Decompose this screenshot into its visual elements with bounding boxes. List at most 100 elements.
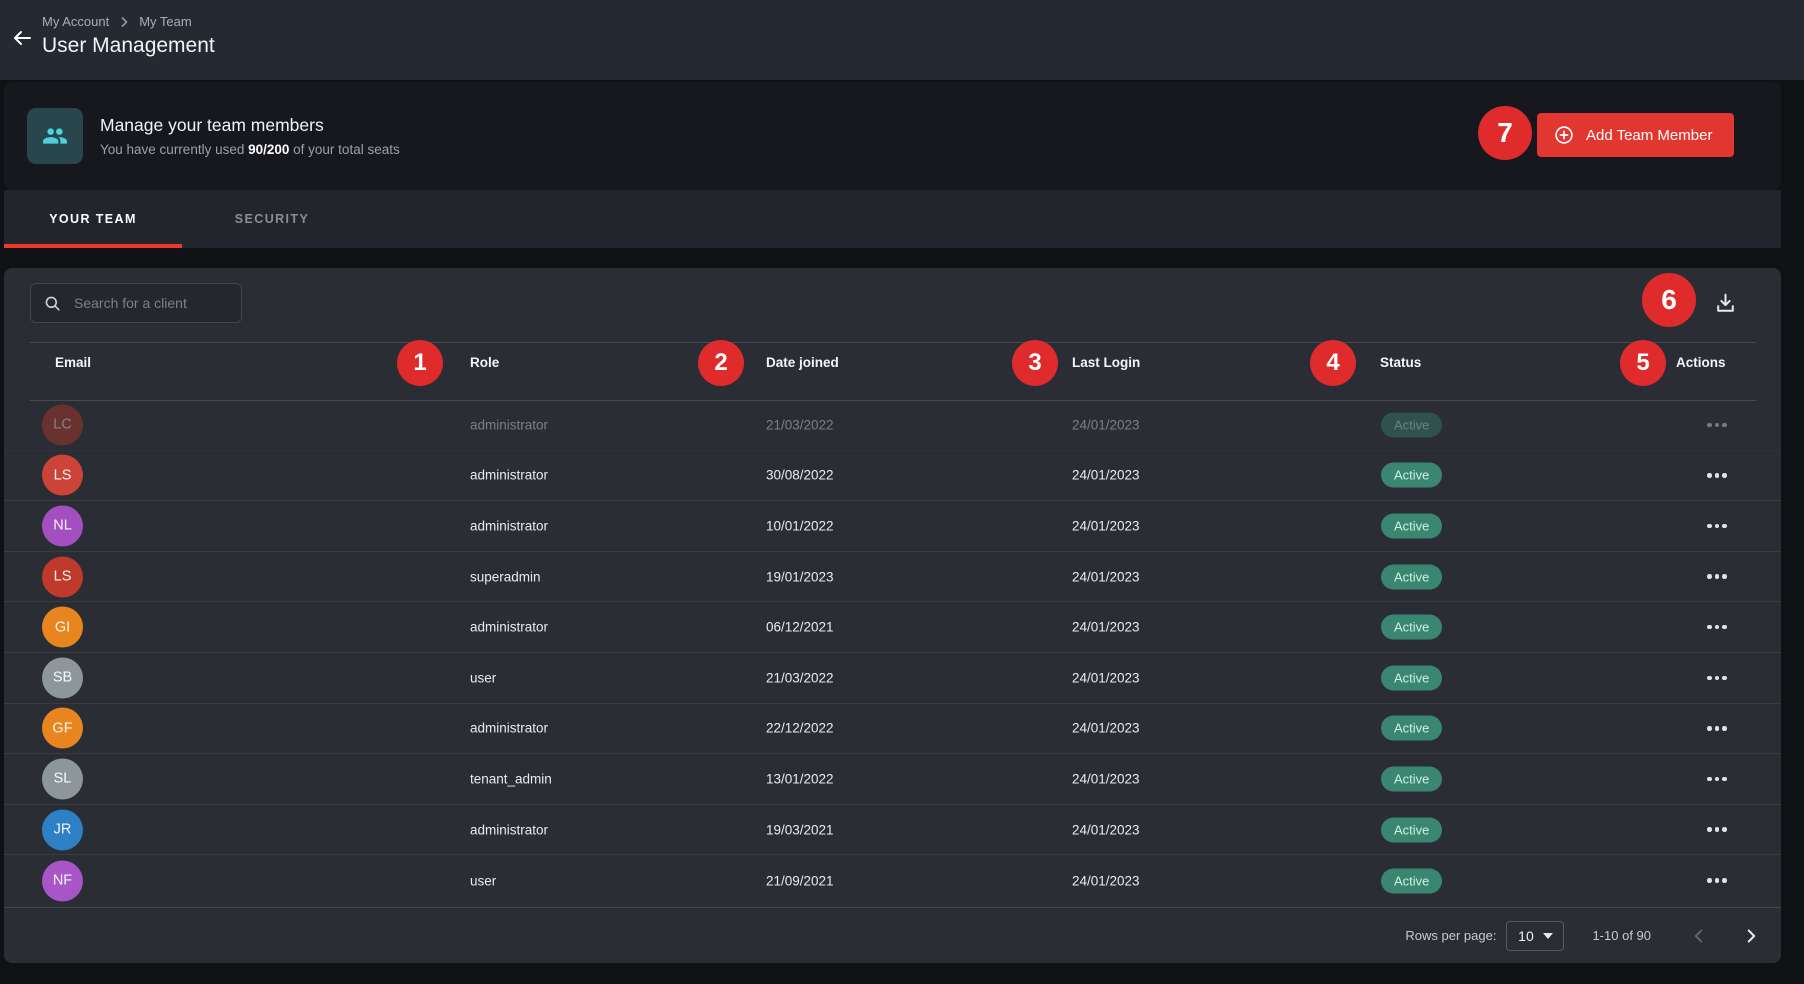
- table-row: LSsuperadmin19/01/202324/01/2023Active: [4, 552, 1781, 603]
- table-row: LSadministrator30/08/202224/01/2023Activ…: [4, 451, 1781, 502]
- ellipsis-dot: [1707, 777, 1712, 782]
- avatar: SL: [42, 758, 83, 799]
- column-header-date-joined: Date joined: [766, 355, 839, 370]
- annotation-marker-3: 3: [1012, 340, 1058, 386]
- ellipsis-dot: [1707, 423, 1712, 428]
- add-team-member-button[interactable]: Add Team Member: [1537, 113, 1734, 157]
- rows-per-page-label: Rows per page:: [1405, 928, 1496, 943]
- avatar: NL: [42, 505, 83, 546]
- ellipsis-dot: [1715, 676, 1720, 681]
- date-joined-cell: 10/01/2022: [766, 518, 834, 533]
- row-actions-button[interactable]: [1698, 612, 1736, 642]
- row-actions-button[interactable]: [1698, 460, 1736, 490]
- table-row: SLtenant_admin13/01/202224/01/2023Active: [4, 754, 1781, 805]
- date-joined-cell: 19/01/2023: [766, 569, 834, 584]
- tab-your-team[interactable]: YOUR TEAM: [4, 190, 182, 248]
- ellipsis-dot: [1707, 726, 1712, 731]
- download-icon: [1713, 291, 1738, 316]
- table-row: GIadministrator06/12/202124/01/2023Activ…: [4, 602, 1781, 653]
- chevron-right-icon: [1740, 925, 1762, 947]
- breadcrumb-my-account[interactable]: My Account: [42, 14, 109, 29]
- avatar: SB: [42, 657, 83, 698]
- next-page-button[interactable]: [1731, 916, 1771, 956]
- subtitle-suffix: of your total seats: [289, 142, 399, 157]
- rows-per-page-value: 10: [1518, 928, 1534, 944]
- ellipsis-dot: [1722, 777, 1727, 782]
- row-actions-button[interactable]: [1698, 663, 1736, 693]
- ellipsis-dot: [1722, 574, 1727, 579]
- avatar: GF: [42, 708, 83, 749]
- breadcrumb-my-team[interactable]: My Team: [139, 14, 192, 29]
- column-header-actions: Actions: [1676, 355, 1726, 370]
- date-joined-cell: 06/12/2021: [766, 620, 834, 635]
- ellipsis-dot: [1715, 726, 1720, 731]
- ellipsis-dot: [1722, 827, 1727, 832]
- ellipsis-dot: [1722, 473, 1727, 478]
- column-header-status: Status: [1380, 355, 1421, 370]
- last-login-cell: 24/01/2023: [1072, 721, 1140, 736]
- back-button[interactable]: [6, 22, 38, 54]
- ellipsis-dot: [1715, 423, 1720, 428]
- chevron-right-icon: [118, 16, 130, 28]
- row-actions-button[interactable]: [1698, 815, 1736, 845]
- subtitle-prefix: You have currently used: [100, 142, 248, 157]
- search-input[interactable]: [74, 295, 229, 311]
- page-title: User Management: [42, 34, 215, 58]
- date-joined-cell: 22/12/2022: [766, 721, 834, 736]
- ellipsis-dot: [1715, 827, 1720, 832]
- table-row: NLadministrator10/01/202224/01/2023Activ…: [4, 501, 1781, 552]
- ellipsis-dot: [1715, 524, 1720, 529]
- tab-security[interactable]: SECURITY: [182, 190, 362, 248]
- ellipsis-dot: [1707, 827, 1712, 832]
- row-actions-button[interactable]: [1698, 511, 1736, 541]
- ellipsis-dot: [1715, 878, 1720, 883]
- column-header-last-login: Last Login: [1072, 355, 1140, 370]
- row-actions-button[interactable]: [1698, 764, 1736, 794]
- date-joined-cell: 21/09/2021: [766, 873, 834, 888]
- role-cell: administrator: [470, 822, 548, 837]
- annotation-marker-1: 1: [397, 340, 443, 386]
- ellipsis-dot: [1722, 625, 1727, 630]
- date-joined-cell: 19/03/2021: [766, 822, 834, 837]
- ellipsis-dot: [1707, 676, 1712, 681]
- rows-per-page-select[interactable]: 10: [1506, 921, 1564, 951]
- active-tab-indicator: [4, 244, 182, 248]
- ellipsis-dot: [1715, 625, 1720, 630]
- row-actions-button[interactable]: [1698, 713, 1736, 743]
- status-badge: Active: [1381, 564, 1442, 589]
- table-pagination-bar: Rows per page: 10 1-10 of 90: [4, 907, 1781, 963]
- date-joined-cell: 21/03/2022: [766, 417, 834, 432]
- last-login-cell: 24/01/2023: [1072, 670, 1140, 685]
- annotation-marker-4: 4: [1310, 340, 1356, 386]
- row-actions-button[interactable]: [1698, 562, 1736, 592]
- row-actions-button[interactable]: [1698, 866, 1736, 896]
- status-badge: Active: [1381, 766, 1442, 791]
- last-login-cell: 24/01/2023: [1072, 620, 1140, 635]
- date-joined-cell: 21/03/2022: [766, 670, 834, 685]
- status-badge: Active: [1381, 868, 1442, 893]
- ellipsis-dot: [1722, 726, 1727, 731]
- banner-title: Manage your team members: [100, 115, 324, 136]
- status-badge: Active: [1381, 412, 1442, 437]
- status-badge: Active: [1381, 716, 1442, 741]
- previous-page-button[interactable]: [1679, 916, 1719, 956]
- last-login-cell: 24/01/2023: [1072, 417, 1140, 432]
- export-download-button[interactable]: [1702, 280, 1748, 326]
- status-badge: Active: [1381, 817, 1442, 842]
- ellipsis-dot: [1715, 574, 1720, 579]
- pagination-range: 1-10 of 90: [1592, 928, 1651, 943]
- team-icon-tile: [27, 108, 83, 164]
- chevron-left-icon: [1688, 925, 1710, 947]
- last-login-cell: 24/01/2023: [1072, 771, 1140, 786]
- row-actions-button[interactable]: [1698, 410, 1736, 440]
- ellipsis-dot: [1715, 777, 1720, 782]
- top-app-bar: My Account My Team User Management: [0, 0, 1804, 80]
- avatar: GI: [42, 607, 83, 648]
- search-icon: [43, 294, 62, 313]
- last-login-cell: 24/01/2023: [1072, 822, 1140, 837]
- avatar: NF: [42, 860, 83, 901]
- last-login-cell: 24/01/2023: [1072, 569, 1140, 584]
- annotation-marker-5: 5: [1620, 340, 1666, 386]
- add-button-label: Add Team Member: [1586, 127, 1712, 144]
- role-cell: administrator: [470, 620, 548, 635]
